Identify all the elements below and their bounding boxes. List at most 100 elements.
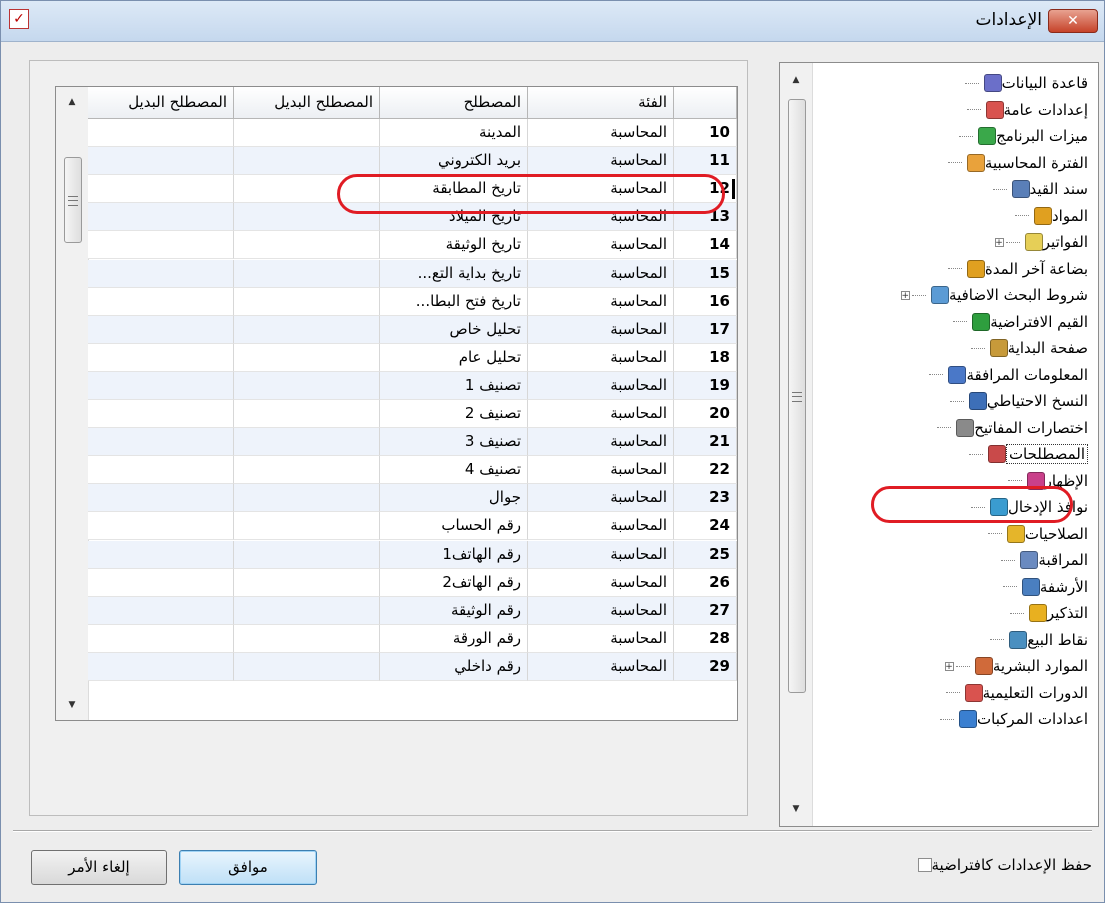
category-cell[interactable]: المحاسبة	[528, 343, 674, 372]
tree-scroll-up-arrow-icon[interactable]: ▲	[780, 69, 812, 91]
term-cell[interactable]: تصنيف 1	[380, 371, 528, 400]
tree-scroll-down-arrow-icon[interactable]: ▼	[780, 798, 812, 820]
cancel-button[interactable]: إلغاء الأمر	[31, 850, 167, 885]
term-cell[interactable]: رقم الهاتف2	[380, 568, 528, 597]
alt-term-2-cell[interactable]	[88, 287, 234, 316]
category-cell[interactable]: المحاسبة	[528, 456, 674, 485]
tree-item[interactable]: بضاعة آخر المدة	[935, 257, 1088, 281]
column-header-alt-term-1[interactable]: المصطلح البديل	[234, 87, 380, 119]
alt-term-2-cell[interactable]	[88, 596, 234, 625]
term-cell[interactable]: تاريخ المطابقة	[380, 175, 528, 204]
term-cell[interactable]: رقم الورقة	[380, 624, 528, 653]
category-cell[interactable]: المحاسبة	[528, 596, 674, 625]
category-cell[interactable]: المحاسبة	[528, 652, 674, 681]
table-row[interactable]: رقم الهاتف2 المحاسبة 26	[88, 568, 737, 597]
column-header-category[interactable]: الفئة	[528, 87, 674, 119]
table-row[interactable]: رقم الوثيقة المحاسبة 27	[88, 596, 737, 625]
alt-term-1-cell[interactable]	[234, 428, 380, 457]
alt-term-2-cell[interactable]	[88, 652, 234, 681]
tree-item[interactable]: اعدادات المركبات	[927, 707, 1088, 731]
alt-term-2-cell[interactable]	[88, 456, 234, 485]
term-cell[interactable]: رقم داخلي	[380, 652, 528, 681]
table-row[interactable]: تصنيف 2 المحاسبة 20	[88, 400, 737, 428]
alt-term-2-cell[interactable]	[88, 371, 234, 400]
alt-term-2-cell[interactable]	[88, 343, 234, 372]
category-cell[interactable]: المحاسبة	[528, 400, 674, 428]
table-row[interactable]: تاريخ فتح البطا... المحاسبة 16	[88, 287, 737, 316]
category-cell[interactable]: المحاسبة	[528, 371, 674, 400]
tree-item[interactable]: الصلاحيات	[975, 522, 1088, 546]
term-cell[interactable]: رقم الهاتف1	[380, 540, 528, 569]
alt-term-1-cell[interactable]	[234, 596, 380, 625]
table-scrollbar-thumb[interactable]	[64, 157, 82, 243]
alt-term-2-cell[interactable]	[88, 428, 234, 457]
tree-item[interactable]: + الموارد البشرية	[943, 654, 1088, 678]
table-row[interactable]: تصنيف 1 المحاسبة 19	[88, 371, 737, 400]
alt-term-2-cell[interactable]	[88, 568, 234, 597]
term-cell[interactable]: تصنيف 4	[380, 456, 528, 485]
table-row[interactable]: رقم الهاتف1 المحاسبة 25	[88, 540, 737, 569]
column-header-term[interactable]: المصطلح	[380, 87, 528, 119]
tree-item[interactable]: سند القيد	[980, 177, 1088, 201]
term-cell[interactable]: رقم الوثيقة	[380, 596, 528, 625]
table-row[interactable]: تحليل خاص المحاسبة 17	[88, 315, 737, 344]
category-cell[interactable]: المحاسبة	[528, 484, 674, 513]
tree-item[interactable]: المواد	[1002, 204, 1088, 228]
category-cell[interactable]: المحاسبة	[528, 512, 674, 541]
tree-item[interactable]: قاعدة البيانات	[952, 71, 1088, 95]
alt-term-1-cell[interactable]	[234, 203, 380, 232]
table-row[interactable]: بريد الكتروني المحاسبة 11	[88, 147, 737, 176]
alt-term-1-cell[interactable]	[234, 175, 380, 204]
alt-term-2-cell[interactable]	[88, 540, 234, 569]
term-cell[interactable]: تصنيف 3	[380, 428, 528, 457]
alt-term-2-cell[interactable]	[88, 624, 234, 653]
close-button[interactable]: ✕	[1048, 9, 1098, 33]
alt-term-1-cell[interactable]	[234, 652, 380, 681]
tree-item[interactable]: ميزات البرنامج	[946, 124, 1088, 148]
category-cell[interactable]: المحاسبة	[528, 231, 674, 260]
category-cell[interactable]: المحاسبة	[528, 259, 674, 288]
alt-term-1-cell[interactable]	[234, 624, 380, 653]
tree-item[interactable]: + شروط البحث الاضافية	[899, 283, 1088, 307]
expand-plus-icon[interactable]: +	[944, 661, 954, 671]
alt-term-2-cell[interactable]	[88, 175, 234, 204]
table-row[interactable]: رقم داخلي المحاسبة 29	[88, 652, 737, 681]
alt-term-1-cell[interactable]	[234, 484, 380, 513]
tree-item[interactable]: إعدادات عامة	[954, 98, 1088, 122]
tree-item[interactable]: المراقبة	[988, 548, 1088, 572]
term-cell[interactable]: تاريخ الوثيقة	[380, 231, 528, 260]
tree-item[interactable]: القيم الافتراضية	[940, 310, 1088, 334]
alt-term-1-cell[interactable]	[234, 343, 380, 372]
alt-term-1-cell[interactable]	[234, 371, 380, 400]
term-cell[interactable]: رقم الحساب	[380, 512, 528, 541]
alt-term-2-cell[interactable]	[88, 203, 234, 232]
tree-item[interactable]: الدورات التعليمية	[933, 681, 1088, 705]
term-cell[interactable]: تاريخ بداية التع...	[380, 259, 528, 288]
alt-term-2-cell[interactable]	[88, 315, 234, 344]
table-row[interactable]: تصنيف 4 المحاسبة 22	[88, 456, 737, 485]
table-vertical-scrollbar[interactable]: ▲ ▼	[56, 87, 89, 720]
category-cell[interactable]: المحاسبة	[528, 428, 674, 457]
alt-term-2-cell[interactable]	[88, 231, 234, 260]
alt-term-1-cell[interactable]	[234, 259, 380, 288]
tree-item[interactable]: نقاط البيع	[977, 628, 1088, 652]
alt-term-1-cell[interactable]	[234, 119, 380, 147]
alt-term-1-cell[interactable]	[234, 231, 380, 260]
alt-term-2-cell[interactable]	[88, 259, 234, 288]
table-row[interactable]: تاريخ المطابقة المحاسبة 12	[88, 175, 737, 204]
alt-term-1-cell[interactable]	[234, 512, 380, 541]
table-row[interactable]: تاريخ الميلاد المحاسبة 13	[88, 203, 737, 232]
alt-term-1-cell[interactable]	[234, 400, 380, 428]
alt-term-2-cell[interactable]	[88, 119, 234, 147]
save-default-checkbox[interactable]	[917, 858, 932, 872]
term-cell[interactable]: جوال	[380, 484, 528, 513]
expand-plus-icon[interactable]: +	[994, 237, 1004, 247]
term-cell[interactable]: بريد الكتروني	[380, 147, 528, 176]
term-cell[interactable]: المدينة	[380, 119, 528, 147]
scroll-down-arrow-icon[interactable]: ▼	[56, 694, 88, 716]
alt-term-1-cell[interactable]	[234, 568, 380, 597]
tree-item[interactable]: الفترة المحاسبية	[935, 151, 1088, 175]
tree-item[interactable]: نوافذ الإدخال	[958, 495, 1088, 519]
alt-term-2-cell[interactable]	[88, 512, 234, 541]
table-row[interactable]: تصنيف 3 المحاسبة 21	[88, 428, 737, 457]
